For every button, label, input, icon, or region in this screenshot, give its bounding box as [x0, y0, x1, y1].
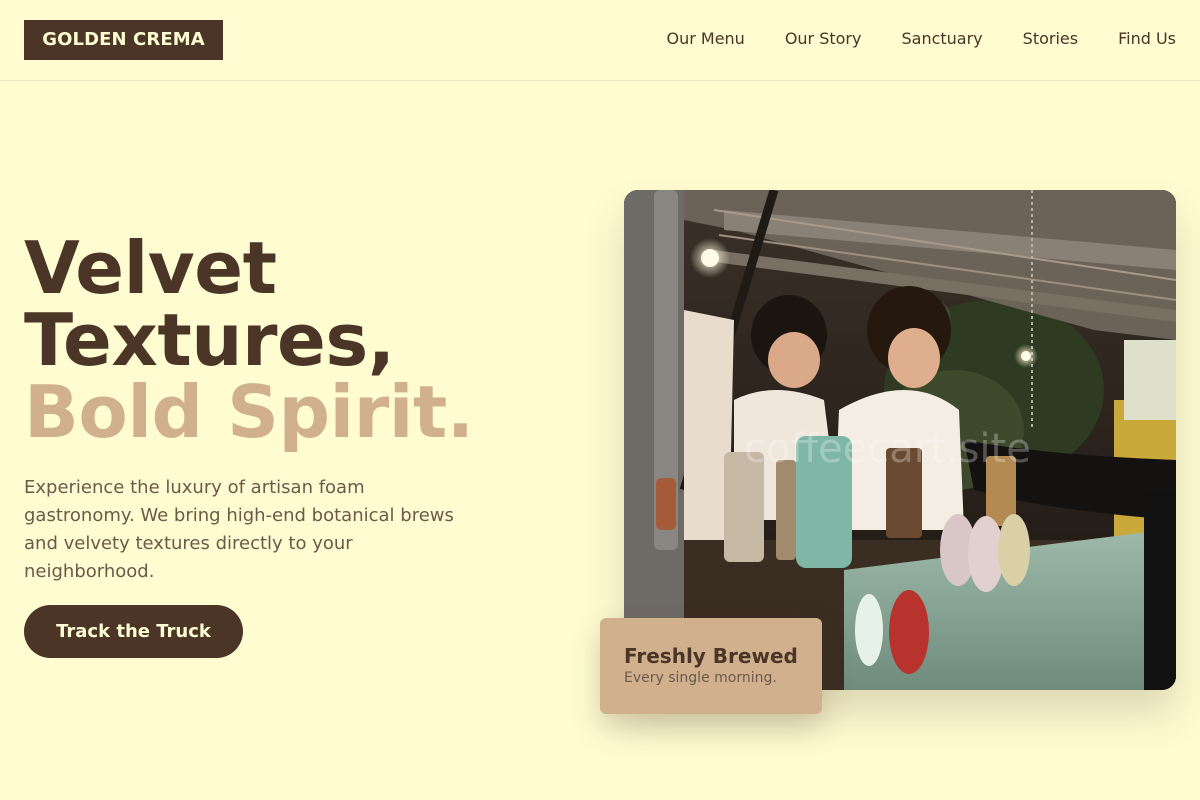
track-truck-button[interactable]: Track the Truck [24, 605, 243, 658]
badge-subtitle: Every single morning. [624, 670, 777, 686]
hero-photo: coffeecart.site [624, 190, 1176, 690]
nav-link-find-us[interactable]: Find Us [1118, 28, 1176, 50]
freshly-brewed-badge: Freshly Brewed Every single morning. [600, 618, 822, 714]
hero-title-line-1: Velvet [24, 226, 277, 310]
brand-logo[interactable]: GOLDEN CREMA [24, 20, 223, 60]
hero-title-line-2: Textures, [24, 298, 395, 382]
nav-link-our-menu[interactable]: Our Menu [666, 28, 744, 50]
nav-link-stories[interactable]: Stories [1023, 28, 1078, 50]
photo-watermark: coffeecart.site [744, 426, 1031, 472]
nav-link-our-story[interactable]: Our Story [785, 28, 862, 50]
main-nav: Our Menu Our Story Sanctuary Stories Fin… [666, 28, 1176, 50]
site-header: GOLDEN CREMA Our Menu Our Story Sanctuar… [0, 0, 1200, 81]
hero-title: Velvet Textures, Bold Spirit. [24, 232, 474, 448]
hero-title-accent: Bold Spirit. [24, 370, 474, 454]
hero-description: Experience the luxury of artisan foam ga… [24, 477, 454, 582]
badge-title: Freshly Brewed [624, 644, 798, 668]
nav-link-sanctuary[interactable]: Sanctuary [901, 28, 982, 50]
